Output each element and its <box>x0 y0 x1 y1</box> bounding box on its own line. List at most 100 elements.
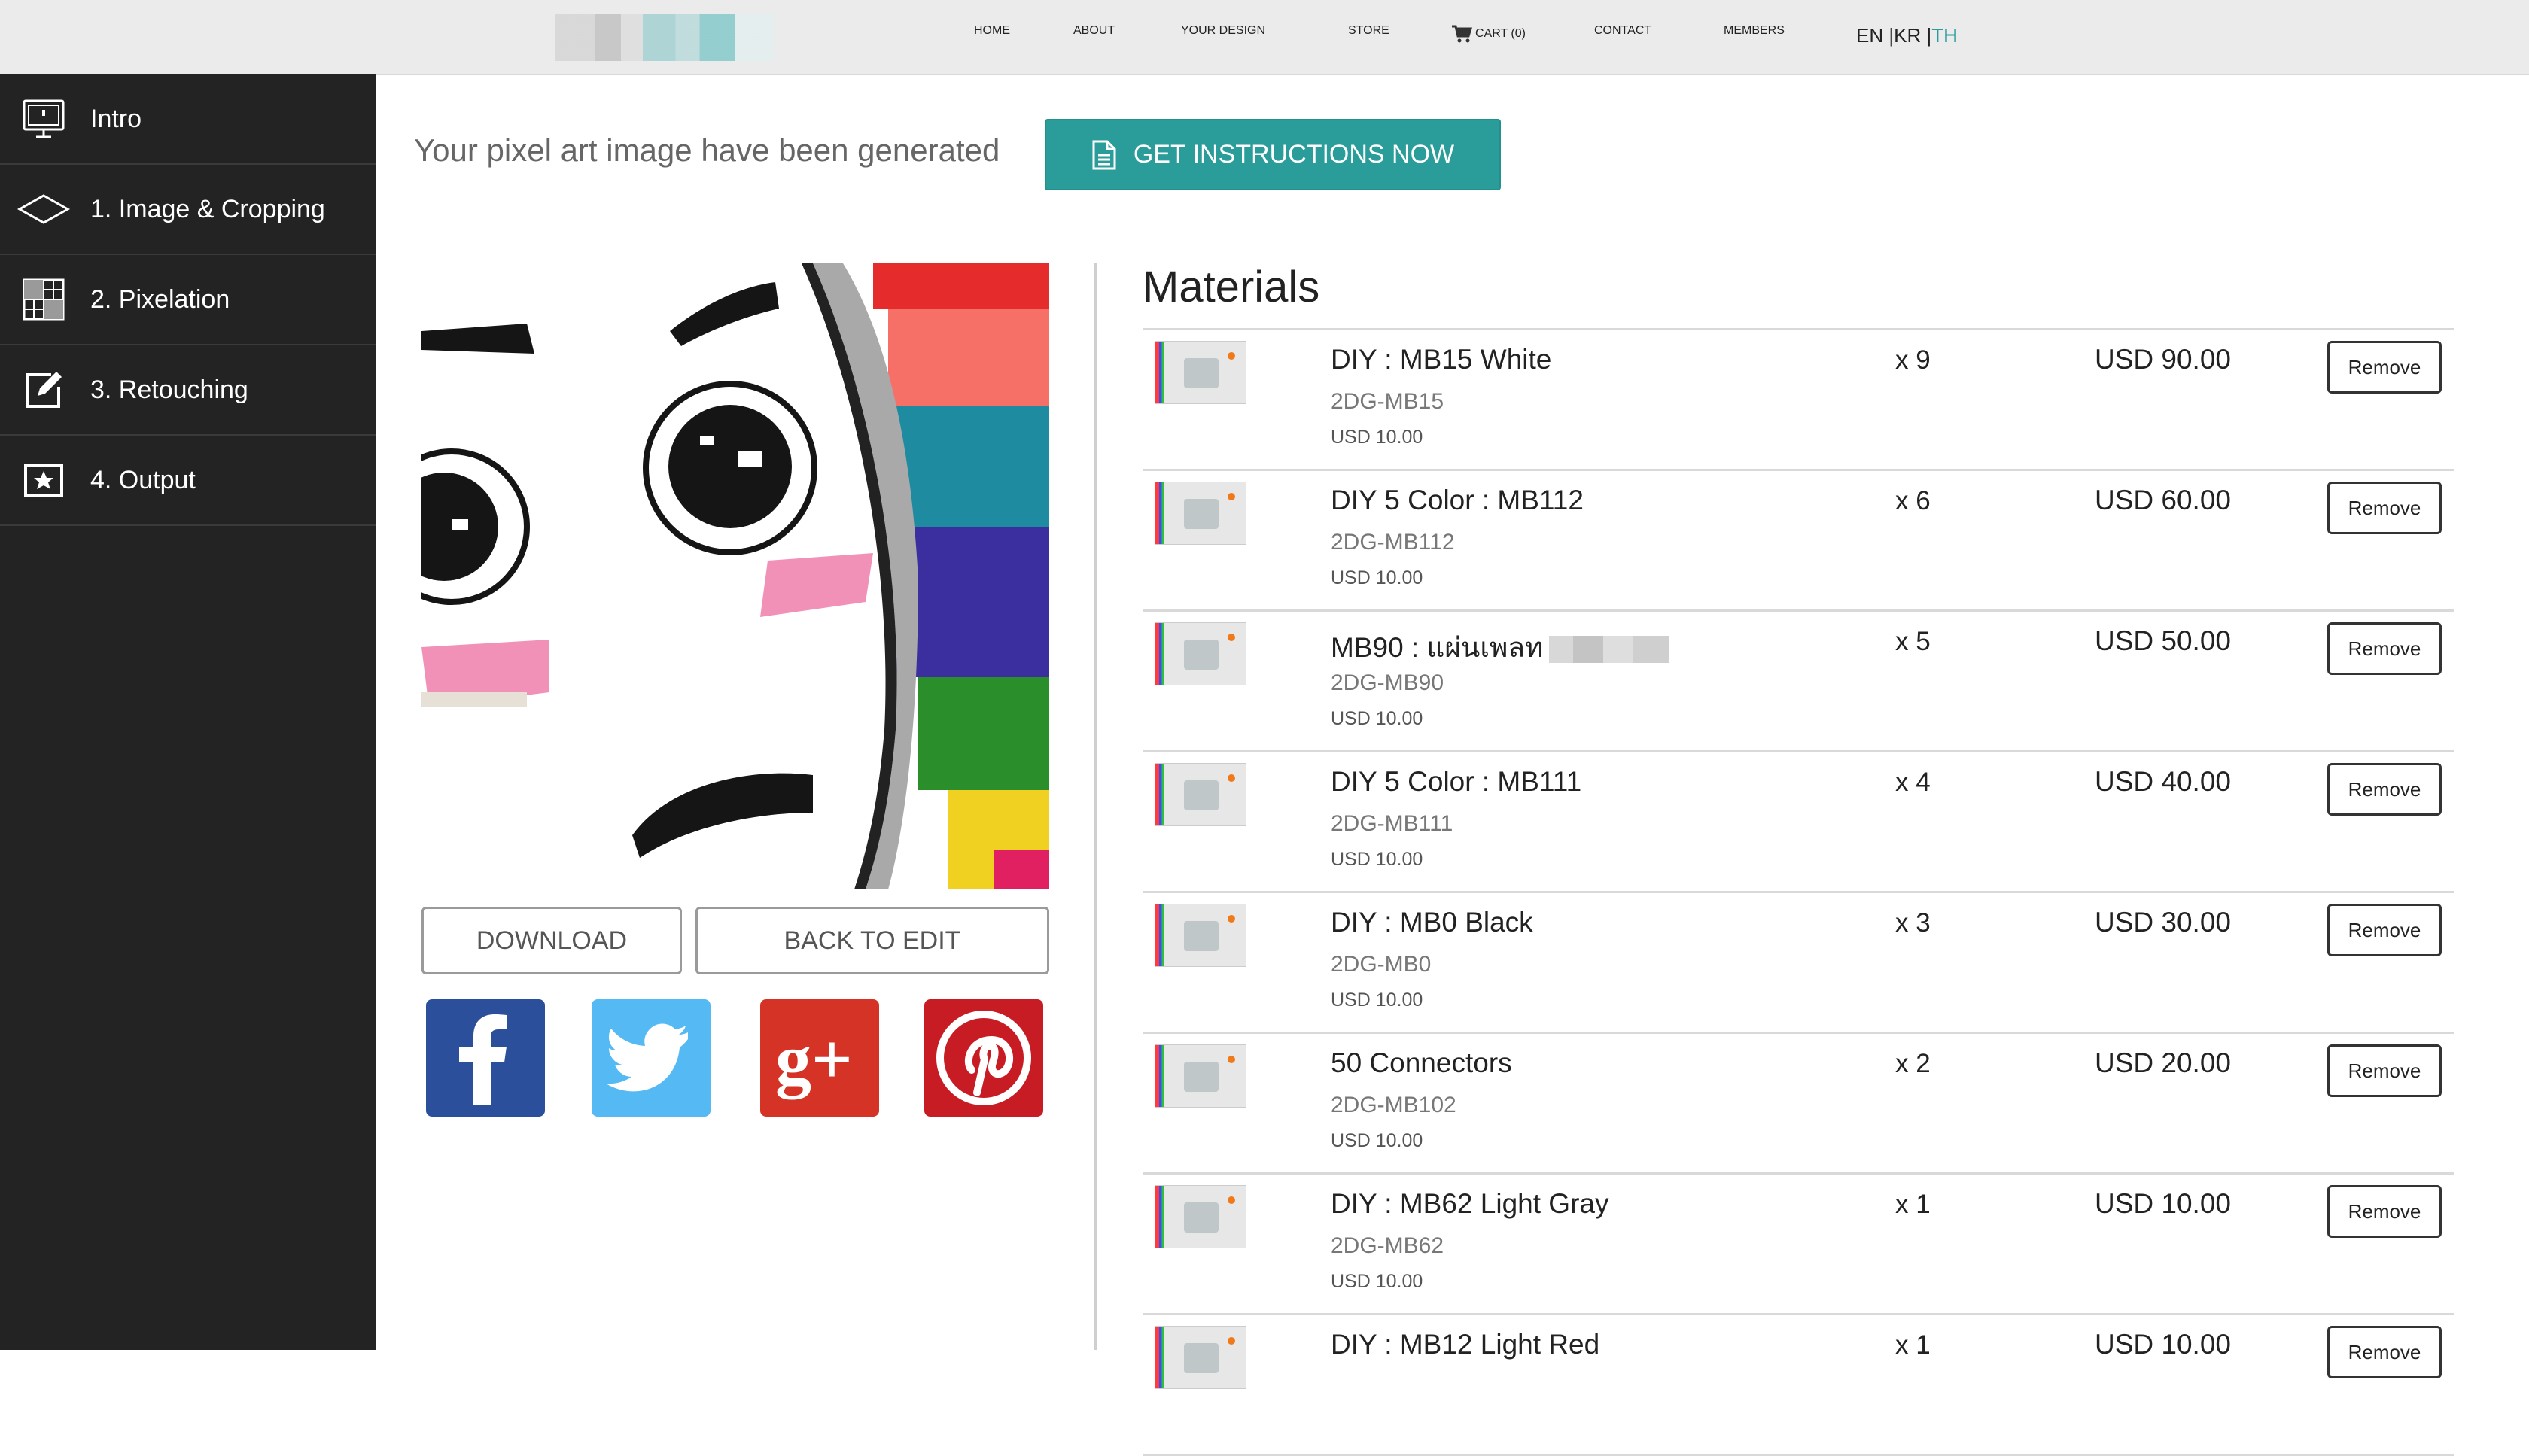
get-instructions-button[interactable]: GET INSTRUCTIONS NOW <box>1045 119 1501 190</box>
material-thumbnail <box>1155 1326 1246 1389</box>
cart-icon <box>1452 25 1472 43</box>
remove-button[interactable]: Remove <box>2327 1044 2442 1097</box>
material-total: USD 10.00 <box>2095 1329 2231 1360</box>
materials-title: Materials <box>1143 263 1320 312</box>
material-unit-price: USD 10.00 <box>1331 708 1423 729</box>
material-name: 50 Connectors <box>1331 1047 1512 1078</box>
sidebar-item-label: 4. Output <box>90 465 196 494</box>
material-row: 50 Connectors 2DG-MB102 USD 10.00 x 2 US… <box>1143 1034 2454 1175</box>
pixel-grid-icon <box>23 278 65 321</box>
material-unit-price: USD 10.00 <box>1331 427 1423 448</box>
crop-icon <box>17 194 71 224</box>
nav-contact[interactable]: CONTACT <box>1594 24 1651 38</box>
sidebar-item-retouching[interactable]: 3. Retouching <box>0 345 376 436</box>
sidebar-item-label: 2. Pixelation <box>90 284 230 314</box>
remove-button[interactable]: Remove <box>2327 763 2442 816</box>
sidebar-item-output[interactable]: 4. Output <box>0 436 376 526</box>
content-divider <box>1094 263 1097 1350</box>
material-thumbnail <box>1155 1044 1246 1108</box>
sidebar-item-label: 1. Image & Cropping <box>90 194 325 223</box>
remove-button[interactable]: Remove <box>2327 904 2442 956</box>
monitor-icon <box>23 99 65 138</box>
pinterest-share-button[interactable] <box>924 999 1043 1117</box>
nav-your-design[interactable]: YOUR DESIGN <box>1181 24 1265 38</box>
material-quantity: x 2 <box>1895 1049 1931 1078</box>
sidebar-item-intro[interactable]: Intro <box>0 74 376 165</box>
nav-store[interactable]: STORE <box>1348 24 1389 38</box>
edit-icon <box>26 372 62 408</box>
lang-kr[interactable]: KR <box>1894 24 1921 47</box>
material-row: DIY : MB62 Light Gray 2DG-MB62 USD 10.00… <box>1143 1175 2454 1315</box>
get-instructions-label: GET INSTRUCTIONS NOW <box>1133 140 1455 169</box>
material-quantity: x 5 <box>1895 627 1931 656</box>
sidebar-item-label: Intro <box>90 104 142 133</box>
material-quantity: x 3 <box>1895 908 1931 938</box>
download-button[interactable]: DOWNLOAD <box>422 907 682 974</box>
remove-button[interactable]: Remove <box>2327 1185 2442 1238</box>
material-name: DIY : MB12 Light Red <box>1331 1329 1600 1360</box>
sidebar: Intro 1. Image & Cropping 2. Pixelation … <box>0 74 376 1350</box>
nav-about[interactable]: ABOUT <box>1073 24 1115 38</box>
back-to-edit-button[interactable]: BACK TO EDIT <box>695 907 1049 974</box>
facebook-share-button[interactable] <box>426 999 545 1117</box>
remove-button[interactable]: Remove <box>2327 341 2442 394</box>
material-thumbnail <box>1155 622 1246 685</box>
material-thumbnail <box>1155 1185 1246 1248</box>
google-plus-icon: g+ <box>775 1019 853 1099</box>
material-code: 2DG-MB102 <box>1331 1093 1456 1117</box>
material-thumbnail <box>1155 763 1246 826</box>
material-row: DIY : MB15 White 2DG-MB15 USD 10.00 x 9 … <box>1143 330 2454 471</box>
material-total: USD 30.00 <box>2095 907 2231 938</box>
material-name: DIY : MB15 White <box>1331 344 1552 375</box>
remove-button[interactable]: Remove <box>2327 1326 2442 1378</box>
material-code: 2DG-MB62 <box>1331 1233 1444 1258</box>
material-name: DIY 5 Color : MB112 <box>1331 485 1584 515</box>
material-row: DIY : MB12 Light Red x 1 USD 10.00 Remov… <box>1143 1315 2454 1456</box>
remove-button[interactable]: Remove <box>2327 482 2442 534</box>
material-total: USD 50.00 <box>2095 625 2231 656</box>
material-name: DIY : MB0 Black <box>1331 907 1533 938</box>
material-quantity: x 9 <box>1895 345 1931 375</box>
material-quantity: x 6 <box>1895 486 1931 515</box>
material-code: 2DG-MB111 <box>1331 811 1453 836</box>
material-thumbnail <box>1155 904 1246 967</box>
material-total: USD 10.00 <box>2095 1188 2231 1219</box>
star-icon <box>24 464 63 497</box>
pixel-art-image <box>422 263 1049 889</box>
material-row: DIY 5 Color : MB112 2DG-MB112 USD 10.00 … <box>1143 471 2454 612</box>
sidebar-item-pixelation[interactable]: 2. Pixelation <box>0 255 376 345</box>
material-unit-price: USD 10.00 <box>1331 849 1423 870</box>
pinterest-icon <box>936 1011 1031 1105</box>
svg-text:g+: g+ <box>775 1019 853 1099</box>
nav-cart-label: CART (0) <box>1475 27 1526 40</box>
nav-members[interactable]: MEMBERS <box>1724 24 1785 38</box>
nav-home[interactable]: HOME <box>974 24 1010 38</box>
material-code: 2DG-MB15 <box>1331 389 1444 414</box>
material-name-wrapper: MB90 : แผ่นเพลท <box>1331 625 1670 670</box>
material-quantity: x 4 <box>1895 768 1931 797</box>
material-code: 2DG-MB112 <box>1331 530 1455 555</box>
top-navigation-bar: HOME ABOUT YOUR DESIGN STORE CART (0) CO… <box>0 0 2529 75</box>
twitter-share-button[interactable] <box>592 999 711 1117</box>
sidebar-item-image-cropping[interactable]: 1. Image & Cropping <box>0 165 376 255</box>
material-row: DIY 5 Color : MB111 2DG-MB111 USD 10.00 … <box>1143 752 2454 893</box>
lang-th[interactable]: TH <box>1931 24 1958 47</box>
material-quantity: x 1 <box>1895 1190 1931 1219</box>
material-row: DIY : MB0 Black 2DG-MB0 USD 10.00 x 3 US… <box>1143 893 2454 1034</box>
google-plus-share-button[interactable]: g+ <box>760 999 879 1117</box>
material-code: 2DG-MB0 <box>1331 952 1432 977</box>
nav-cart[interactable]: CART (0) <box>1451 24 1526 44</box>
material-name: MB90 : แผ่นเพลท <box>1331 632 1544 663</box>
remove-button[interactable]: Remove <box>2327 622 2442 675</box>
twitter-icon <box>606 1023 688 1092</box>
facebook-icon <box>459 1014 507 1105</box>
material-code: 2DG-MB90 <box>1331 670 1444 695</box>
material-total: USD 90.00 <box>2095 344 2231 375</box>
sidebar-item-label: 3. Retouching <box>90 375 248 404</box>
material-total: USD 40.00 <box>2095 766 2231 797</box>
material-thumbnail <box>1155 341 1246 404</box>
material-row: MB90 : แผ่นเพลท 2DG-MB90 USD 10.00 x 5 U… <box>1143 612 2454 752</box>
site-logo[interactable] <box>555 14 774 61</box>
lang-en[interactable]: EN <box>1856 24 1883 47</box>
redacted-text <box>1549 636 1670 664</box>
